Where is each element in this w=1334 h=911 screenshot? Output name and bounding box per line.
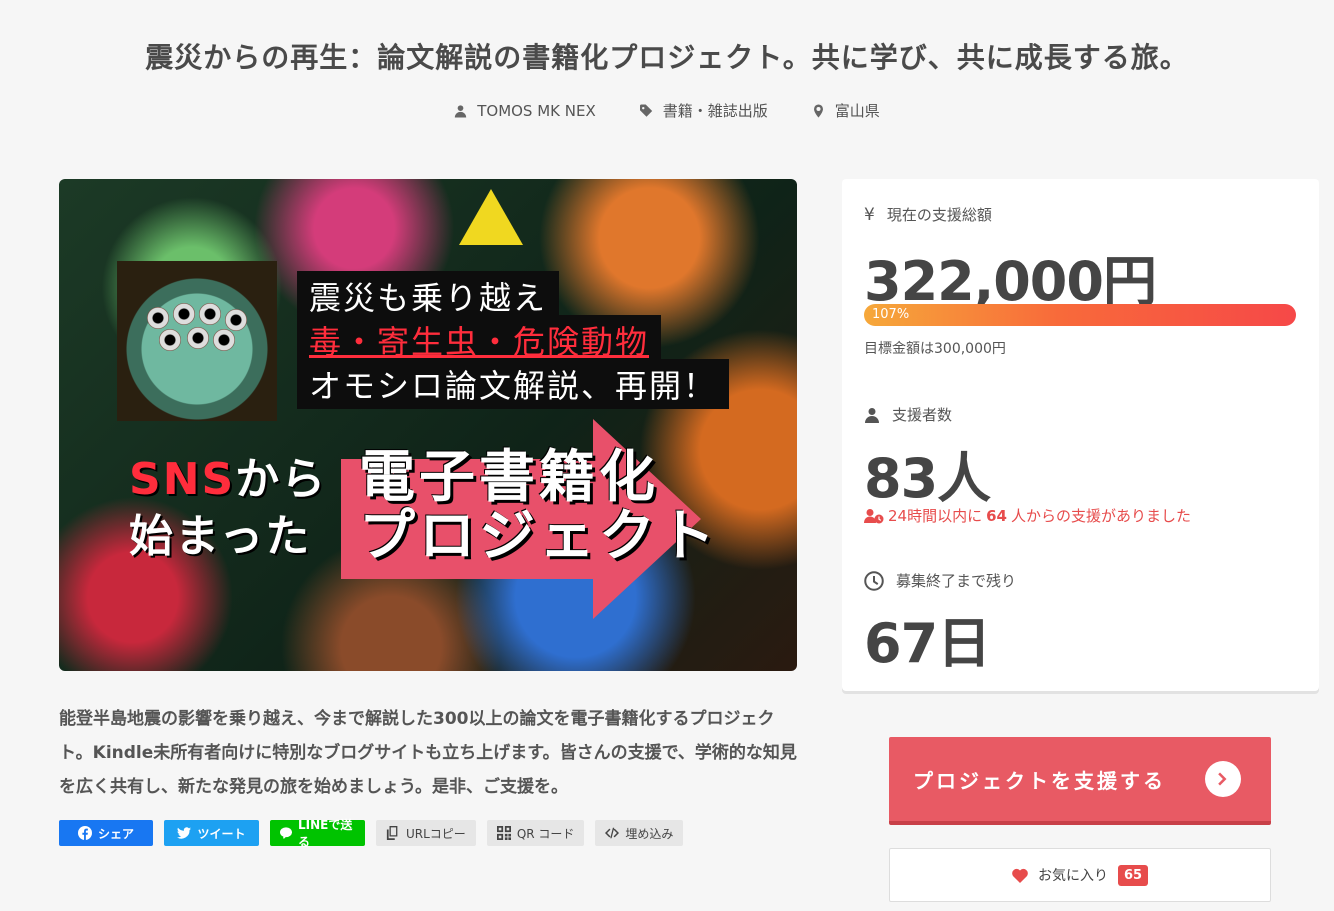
owl-creature-graphic xyxy=(117,261,277,421)
share-buttons: シェア ツイート LINEで送る URLコピー QR コード 埋め込み xyxy=(59,818,684,849)
heart-icon xyxy=(1012,868,1028,883)
twitter-icon xyxy=(177,827,192,839)
hero-line-3: オモシロ論文解説、再開！ xyxy=(297,359,730,409)
favorite-count-badge: 65 xyxy=(1117,864,1149,886)
yen-icon: ¥ xyxy=(864,204,875,225)
remaining-label: 募集終了まで残り xyxy=(864,570,1016,591)
user-icon xyxy=(455,104,467,117)
twitter-share-button[interactable]: ツイート xyxy=(164,820,259,846)
favorite-button[interactable]: お気に入り 65 xyxy=(889,848,1271,902)
copy-icon xyxy=(386,826,398,840)
backers-value: 83人 xyxy=(864,447,991,510)
goal-amount-text: 目標金額は300,000円 xyxy=(864,341,1006,357)
qr-code-icon xyxy=(496,826,511,840)
url-copy-button[interactable]: URLコピー xyxy=(376,820,476,846)
user-clock-icon xyxy=(864,508,884,523)
favorite-label: お気に入り xyxy=(1037,868,1108,884)
funding-progress-bar: 107% xyxy=(864,304,1296,326)
line-icon xyxy=(280,827,293,840)
line-share-button[interactable]: LINEで送る xyxy=(270,818,365,849)
recent-backers-notice: 24時間以内に 64 人からの支援がありました xyxy=(864,505,1191,526)
project-description: 能登半島地震の影響を乗り越え、今まで解説した300以上の論文を電子書籍化するプロ… xyxy=(59,709,797,797)
code-icon xyxy=(605,827,620,839)
hero-line-1: 震災も乗り越え xyxy=(297,271,560,321)
support-project-button[interactable]: プロジェクトを支援する xyxy=(889,737,1271,825)
hero-big-text: 電子書籍化 プロジェクト xyxy=(359,445,719,569)
project-hero-image: 震災も乗り越え 毒・寄生虫・危険動物 オモシロ論文解説、再開！ SNSから 始ま… xyxy=(59,179,797,671)
hero-line-2: 毒・寄生虫・危険動物 xyxy=(297,315,662,365)
page-title: 震災からの再生：論文解説の書籍化プロジェクト。共に学び、共に成長する旅。 xyxy=(145,41,1189,74)
category-name: 書籍・雑誌出版 xyxy=(662,102,768,120)
hero-sns-text: SNSから 始まった xyxy=(129,454,328,563)
qr-code-button[interactable]: QR コード xyxy=(486,820,585,846)
location-name: 富山県 xyxy=(834,102,880,120)
user-icon xyxy=(865,407,879,423)
total-amount-label: ¥ 現在の支援総額 xyxy=(864,204,992,225)
location-link[interactable]: 富山県 xyxy=(812,100,880,121)
facebook-icon xyxy=(77,826,92,840)
clock-icon xyxy=(864,570,884,591)
chevron-right-icon xyxy=(1205,761,1241,797)
facebook-share-button[interactable]: シェア xyxy=(59,820,153,846)
author-link[interactable]: TOMOS MK NEX xyxy=(454,100,596,121)
project-meta: TOMOS MK NEX 書籍・雑誌出版 富山県 xyxy=(0,100,1334,121)
embed-button[interactable]: 埋め込み xyxy=(595,820,684,846)
tag-icon xyxy=(639,104,652,117)
funding-stats-panel: ¥ 現在の支援総額 322,000円 107% 目標金額は300,000円 支援… xyxy=(842,179,1319,691)
support-button-label: プロジェクトを支援する xyxy=(913,768,1166,793)
backers-label: 支援者数 xyxy=(864,404,952,425)
remaining-value: 67日 xyxy=(864,612,991,675)
map-pin-icon xyxy=(813,104,823,117)
warning-sign-graphic xyxy=(459,189,523,245)
author-name: TOMOS MK NEX xyxy=(477,101,596,120)
category-link[interactable]: 書籍・雑誌出版 xyxy=(639,100,768,121)
